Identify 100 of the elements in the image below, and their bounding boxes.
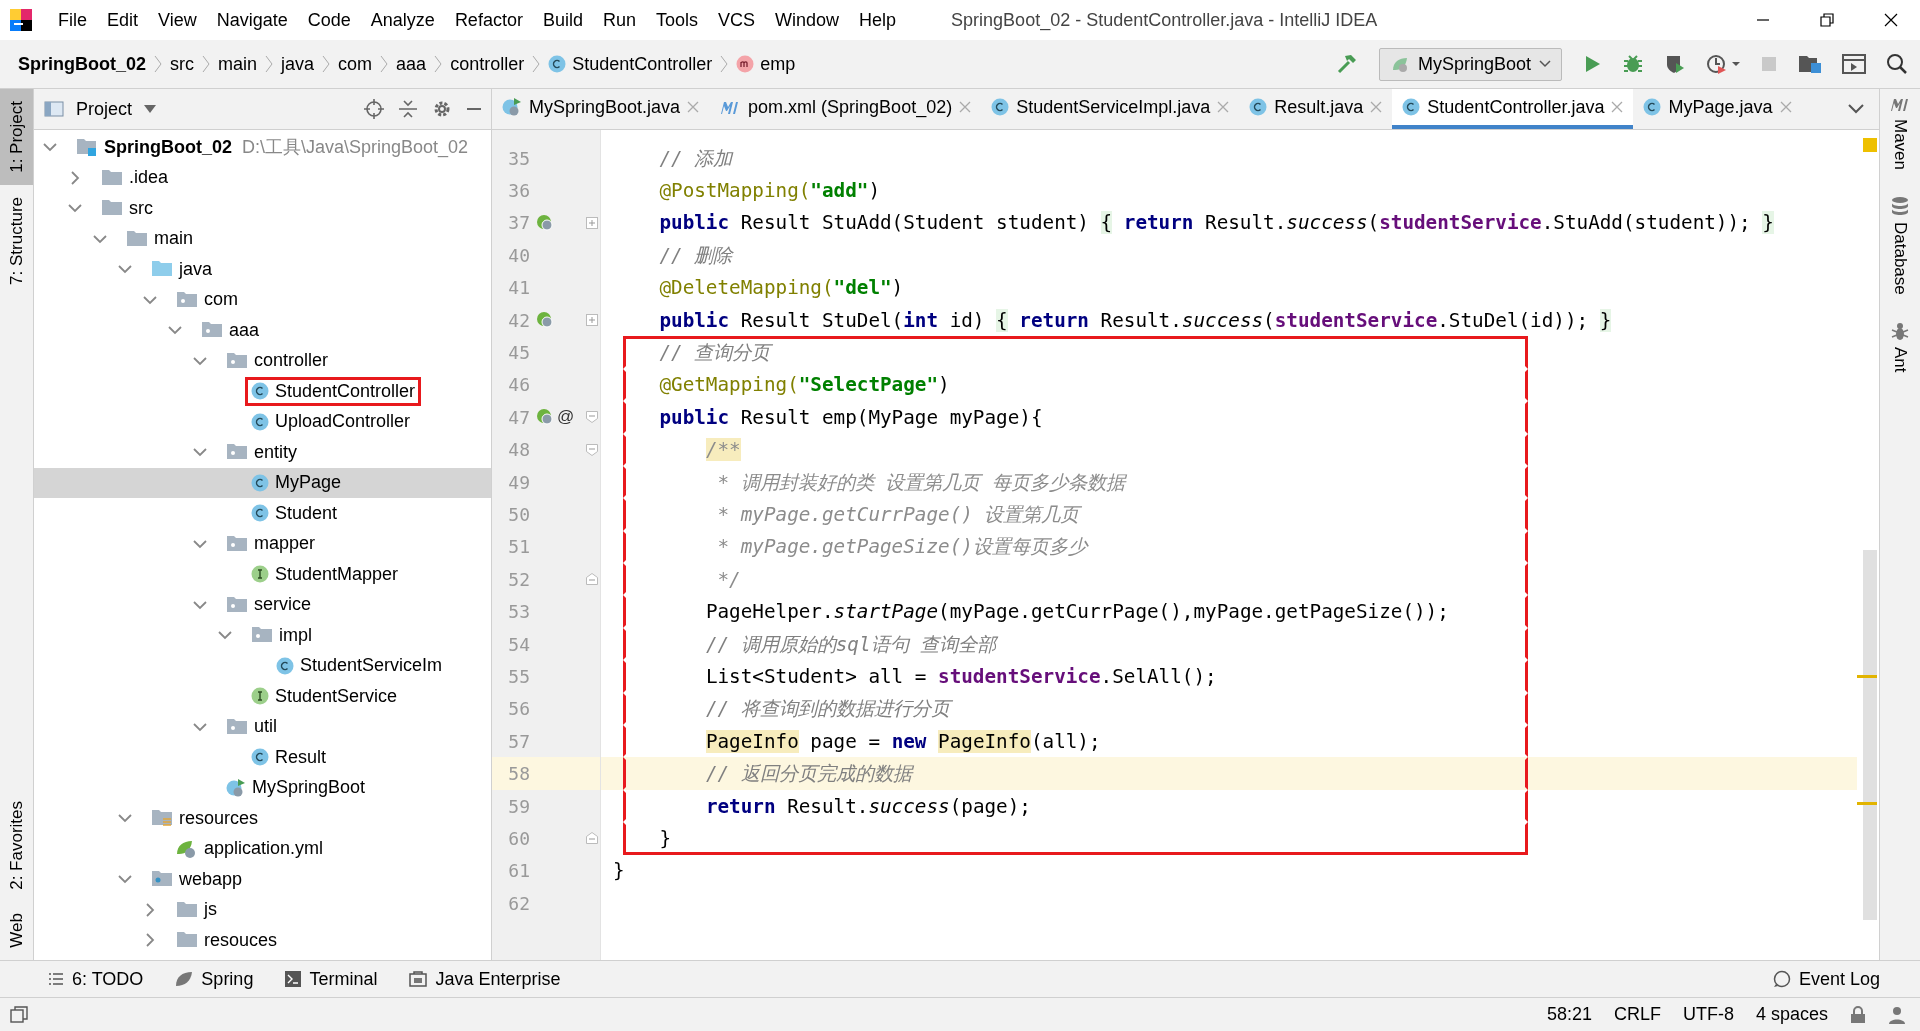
tool-window-tab[interactable]: Maven: [1888, 95, 1912, 171]
tree-item[interactable]: controller: [220, 346, 335, 376]
event-log-button[interactable]: Event Log: [1772, 968, 1880, 990]
editor-tab[interactable]: Result.java: [1239, 89, 1393, 129]
tree-item[interactable]: application.yml: [170, 834, 330, 864]
breadcrumb-item[interactable]: emp: [736, 53, 796, 75]
tool-window-button[interactable]: Terminal: [285, 968, 378, 990]
tree-item[interactable]: com: [170, 285, 244, 315]
tree-item[interactable]: .idea: [95, 163, 175, 193]
menu-item[interactable]: Run: [592, 9, 646, 31]
menu-item[interactable]: VCS: [708, 9, 765, 31]
coverage-shield-icon[interactable]: [1664, 53, 1686, 75]
breadcrumb-item[interactable]: main: [218, 53, 258, 75]
tool-window-button[interactable]: Spring: [175, 968, 254, 990]
tree-item[interactable]: Result: [245, 742, 333, 772]
tool-window-tab[interactable]: Web: [0, 901, 33, 960]
fold-end-icon[interactable]: [586, 573, 598, 586]
tool-window-tab[interactable]: Ant: [1890, 320, 1910, 373]
fold-start-icon[interactable]: [586, 411, 598, 424]
menu-item[interactable]: Navigate: [206, 9, 298, 31]
tree-item[interactable]: resources: [145, 803, 265, 833]
tool-window-tab[interactable]: 2: Favorites: [0, 788, 33, 902]
editor-tab[interactable]: pom.xml (SpringBoot_02): [709, 89, 982, 129]
breadcrumb-item[interactable]: controller: [450, 53, 525, 75]
tool-window-button[interactable]: Java Enterprise: [409, 968, 561, 990]
menu-item[interactable]: Tools: [645, 9, 708, 31]
menu-item[interactable]: Edit: [97, 9, 149, 31]
tool-window-tab[interactable]: Database: [1890, 196, 1910, 295]
status-item[interactable]: 58:21: [1546, 1004, 1592, 1025]
menu-item[interactable]: Window: [765, 9, 850, 31]
tree-item[interactable]: webapp: [145, 864, 249, 894]
menu-item[interactable]: Refactor: [444, 9, 533, 31]
tree-item[interactable]: StudentMapper: [245, 559, 405, 589]
tree-item[interactable]: StudentService: [245, 681, 404, 711]
tree-item[interactable]: resouces: [170, 925, 284, 955]
tree-item[interactable]: impl: [245, 620, 318, 650]
person-icon[interactable]: [1888, 1005, 1906, 1024]
fold-expand-icon[interactable]: [586, 216, 598, 229]
caret-icon[interactable]: [144, 105, 157, 113]
tree-item[interactable]: aaa: [195, 315, 266, 345]
fold-start-icon[interactable]: [586, 443, 598, 456]
breadcrumb-item[interactable]: aaa: [396, 53, 427, 75]
tree-item[interactable]: StudentController: [245, 376, 422, 406]
speech-bubble-icon: [1772, 970, 1791, 988]
tool-window-tab[interactable]: 1: Project: [0, 89, 33, 185]
profiler-icon[interactable]: [1706, 53, 1740, 75]
breadcrumb-item[interactable]: src: [170, 53, 194, 75]
bean-icon[interactable]: [536, 213, 554, 232]
breadcrumb-item[interactable]: StudentController: [548, 53, 713, 75]
editor-tab[interactable]: MySpringBoot.java: [492, 89, 710, 129]
lock-icon[interactable]: [1850, 1005, 1866, 1024]
tree-item[interactable]: service: [220, 590, 317, 620]
menu-item[interactable]: Help: [849, 9, 907, 31]
breadcrumb-item[interactable]: com: [338, 53, 373, 75]
menu-item[interactable]: File: [48, 9, 97, 31]
editor-tab[interactable]: MyPage.java: [1633, 89, 1802, 129]
menu-item[interactable]: View: [148, 9, 207, 31]
scrollbar-thumb[interactable]: [1863, 550, 1877, 920]
frame-icon[interactable]: [1842, 53, 1866, 75]
fold-end-icon[interactable]: [586, 832, 598, 845]
search-icon[interactable]: [1886, 53, 1908, 75]
panel-title[interactable]: Project: [76, 98, 133, 120]
status-item[interactable]: UTF-8: [1682, 1004, 1734, 1025]
debug-bug-icon[interactable]: [1622, 53, 1644, 75]
spring-boot-class-icon: [502, 97, 522, 117]
tool-window-button[interactable]: 6: TODO: [48, 968, 144, 990]
locate-crosshair-icon[interactable]: [363, 98, 385, 120]
tree-item[interactable]: js: [170, 895, 223, 925]
bean-icon[interactable]: [536, 311, 554, 330]
menu-item[interactable]: Code: [297, 9, 361, 31]
tree-item[interactable]: main: [120, 224, 199, 254]
editor-tab[interactable]: StudentServiceImpl.java: [981, 89, 1240, 129]
implements-marker[interactable]: @: [557, 407, 575, 428]
tree-item[interactable]: UploadController: [245, 407, 417, 437]
tree-item[interactable]: java: [145, 254, 219, 284]
run-config-dropdown[interactable]: MySpringBoot: [1378, 47, 1562, 81]
breadcrumb-item[interactable]: SpringBoot_02: [18, 53, 146, 75]
tree-item[interactable]: src: [95, 193, 159, 223]
status-item[interactable]: 4 spaces: [1755, 1004, 1828, 1025]
tree-item[interactable]: StudentServiceIm: [270, 651, 449, 681]
tree-item[interactable]: SpringBoot_02 D:\工具\Java\SpringBoot_02: [70, 131, 475, 164]
toggle-panels-icon[interactable]: [10, 1005, 28, 1024]
restore-icon[interactable]: [1820, 13, 1834, 27]
tree-item[interactable]: Student: [245, 498, 344, 528]
breadcrumb-item[interactable]: java: [281, 53, 315, 75]
tree-item[interactable]: entity: [220, 437, 304, 467]
menu-item[interactable]: Analyze: [360, 9, 445, 31]
close-icon[interactable]: [1884, 13, 1898, 27]
chevron-down-icon[interactable]: [1847, 103, 1865, 115]
tree-item[interactable]: util: [220, 712, 283, 742]
project-structure-icon[interactable]: [1798, 53, 1822, 75]
collapse-all-icon[interactable]: [397, 98, 419, 120]
menu-item[interactable]: Build: [532, 9, 593, 31]
bean-icon[interactable]: [536, 408, 554, 427]
tool-window-tab[interactable]: 7: Structure: [0, 184, 33, 297]
fold-expand-icon[interactable]: [586, 314, 598, 327]
status-item[interactable]: CRLF: [1613, 1004, 1661, 1025]
editor-tab[interactable]: StudentController.java: [1392, 89, 1634, 129]
tree-item[interactable]: MySpringBoot: [220, 773, 372, 803]
tree-item[interactable]: mapper: [220, 529, 322, 559]
